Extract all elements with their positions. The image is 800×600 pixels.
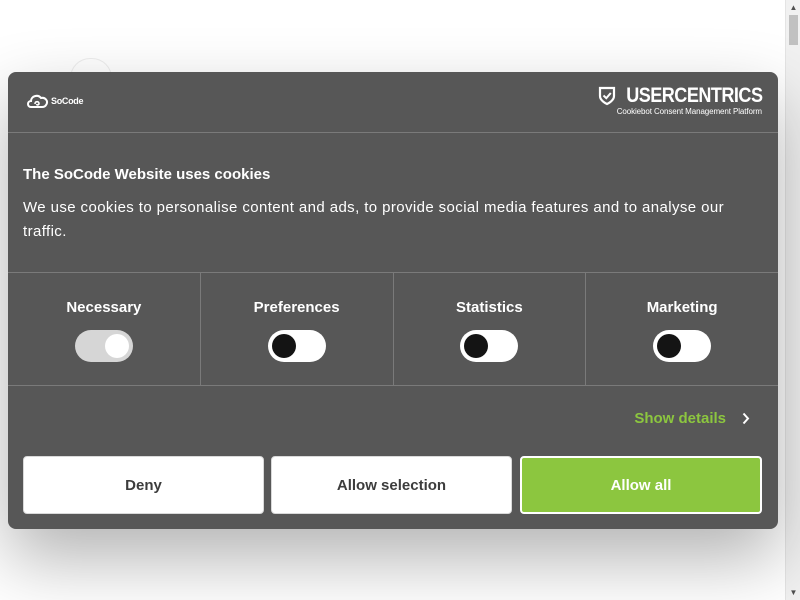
cloud-spiral-icon (27, 94, 49, 108)
scroll-up-icon[interactable]: ▲ (786, 0, 800, 15)
shield-check-icon (598, 86, 615, 106)
category-preferences: Preferences (201, 273, 394, 385)
statistics-toggle[interactable] (460, 330, 519, 362)
category-label: Statistics (456, 299, 523, 316)
toggle-knob (464, 334, 489, 358)
details-row: Show details (8, 386, 778, 456)
scroll-thumb[interactable] (789, 15, 798, 45)
usercentrics-wordmark: USERCENTRICS (625, 84, 763, 107)
dialog-description: We use cookies to personalise content an… (23, 199, 724, 240)
brand-name: SoCode (51, 96, 84, 106)
dialog-body: The SoCode Website uses cookies We use c… (8, 133, 778, 273)
allow-selection-button[interactable]: Allow selection (271, 456, 512, 514)
cookie-consent-dialog: SoCode USERCENTRICS Cookiebot Consent Ma… (8, 72, 778, 529)
chevron-right-icon (742, 412, 750, 425)
show-details-label: Show details (634, 410, 726, 427)
cookie-categories: Necessary Preferences Statistics Marketi… (8, 273, 778, 386)
category-label: Preferences (253, 299, 340, 316)
usercentrics-subtitle: Cookiebot Consent Management Platform (616, 107, 762, 116)
show-details-link[interactable]: Show details (634, 410, 750, 427)
marketing-toggle[interactable] (653, 330, 712, 362)
vertical-scrollbar[interactable]: ▲ ▼ (785, 0, 800, 600)
toggle-knob (657, 334, 682, 358)
category-marketing: Marketing (586, 273, 778, 385)
dialog-title: The SoCode Website uses cookies (23, 166, 271, 183)
toggle-knob (271, 334, 296, 358)
category-necessary: Necessary (8, 273, 201, 385)
category-statistics: Statistics (394, 273, 587, 385)
preferences-toggle[interactable] (267, 330, 326, 362)
action-buttons: Deny Allow selection Allow all (23, 456, 763, 514)
category-label: Marketing (646, 299, 718, 316)
dialog-header: SoCode USERCENTRICS Cookiebot Consent Ma… (8, 72, 778, 133)
allow-all-button[interactable]: Allow all (520, 456, 762, 514)
toggle-knob (104, 334, 129, 358)
necessary-toggle (74, 330, 133, 362)
scroll-down-icon[interactable]: ▼ (786, 585, 800, 600)
category-label: Necessary (66, 299, 142, 316)
deny-button[interactable]: Deny (23, 456, 264, 514)
socode-logo[interactable]: SoCode (26, 92, 84, 110)
usercentrics-logo[interactable]: USERCENTRICS Cookiebot Consent Managemen… (598, 84, 763, 116)
